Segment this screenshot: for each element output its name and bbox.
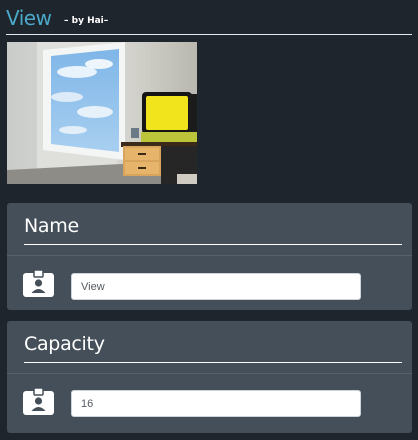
capacity-panel-header: Capacity <box>7 321 412 374</box>
name-panel-title: Name <box>24 215 79 237</box>
app-title: View <box>6 6 52 30</box>
room-render-illustration <box>7 42 197 184</box>
name-input[interactable] <box>71 273 361 300</box>
name-panel: Name <box>7 203 412 310</box>
app-header: View – by Hai– <box>6 4 412 35</box>
capacity-panel-title: Capacity <box>24 333 105 355</box>
name-panel-underline <box>24 244 402 245</box>
app-subtitle: – by Hai– <box>64 16 109 26</box>
capacity-panel-underline <box>24 362 402 363</box>
name-panel-header: Name <box>7 203 412 256</box>
room-preview-image <box>7 42 197 184</box>
id-badge-icon <box>23 269 54 297</box>
id-badge-icon <box>23 387 54 415</box>
capacity-panel: Capacity <box>7 321 412 433</box>
capacity-input[interactable] <box>71 390 361 417</box>
